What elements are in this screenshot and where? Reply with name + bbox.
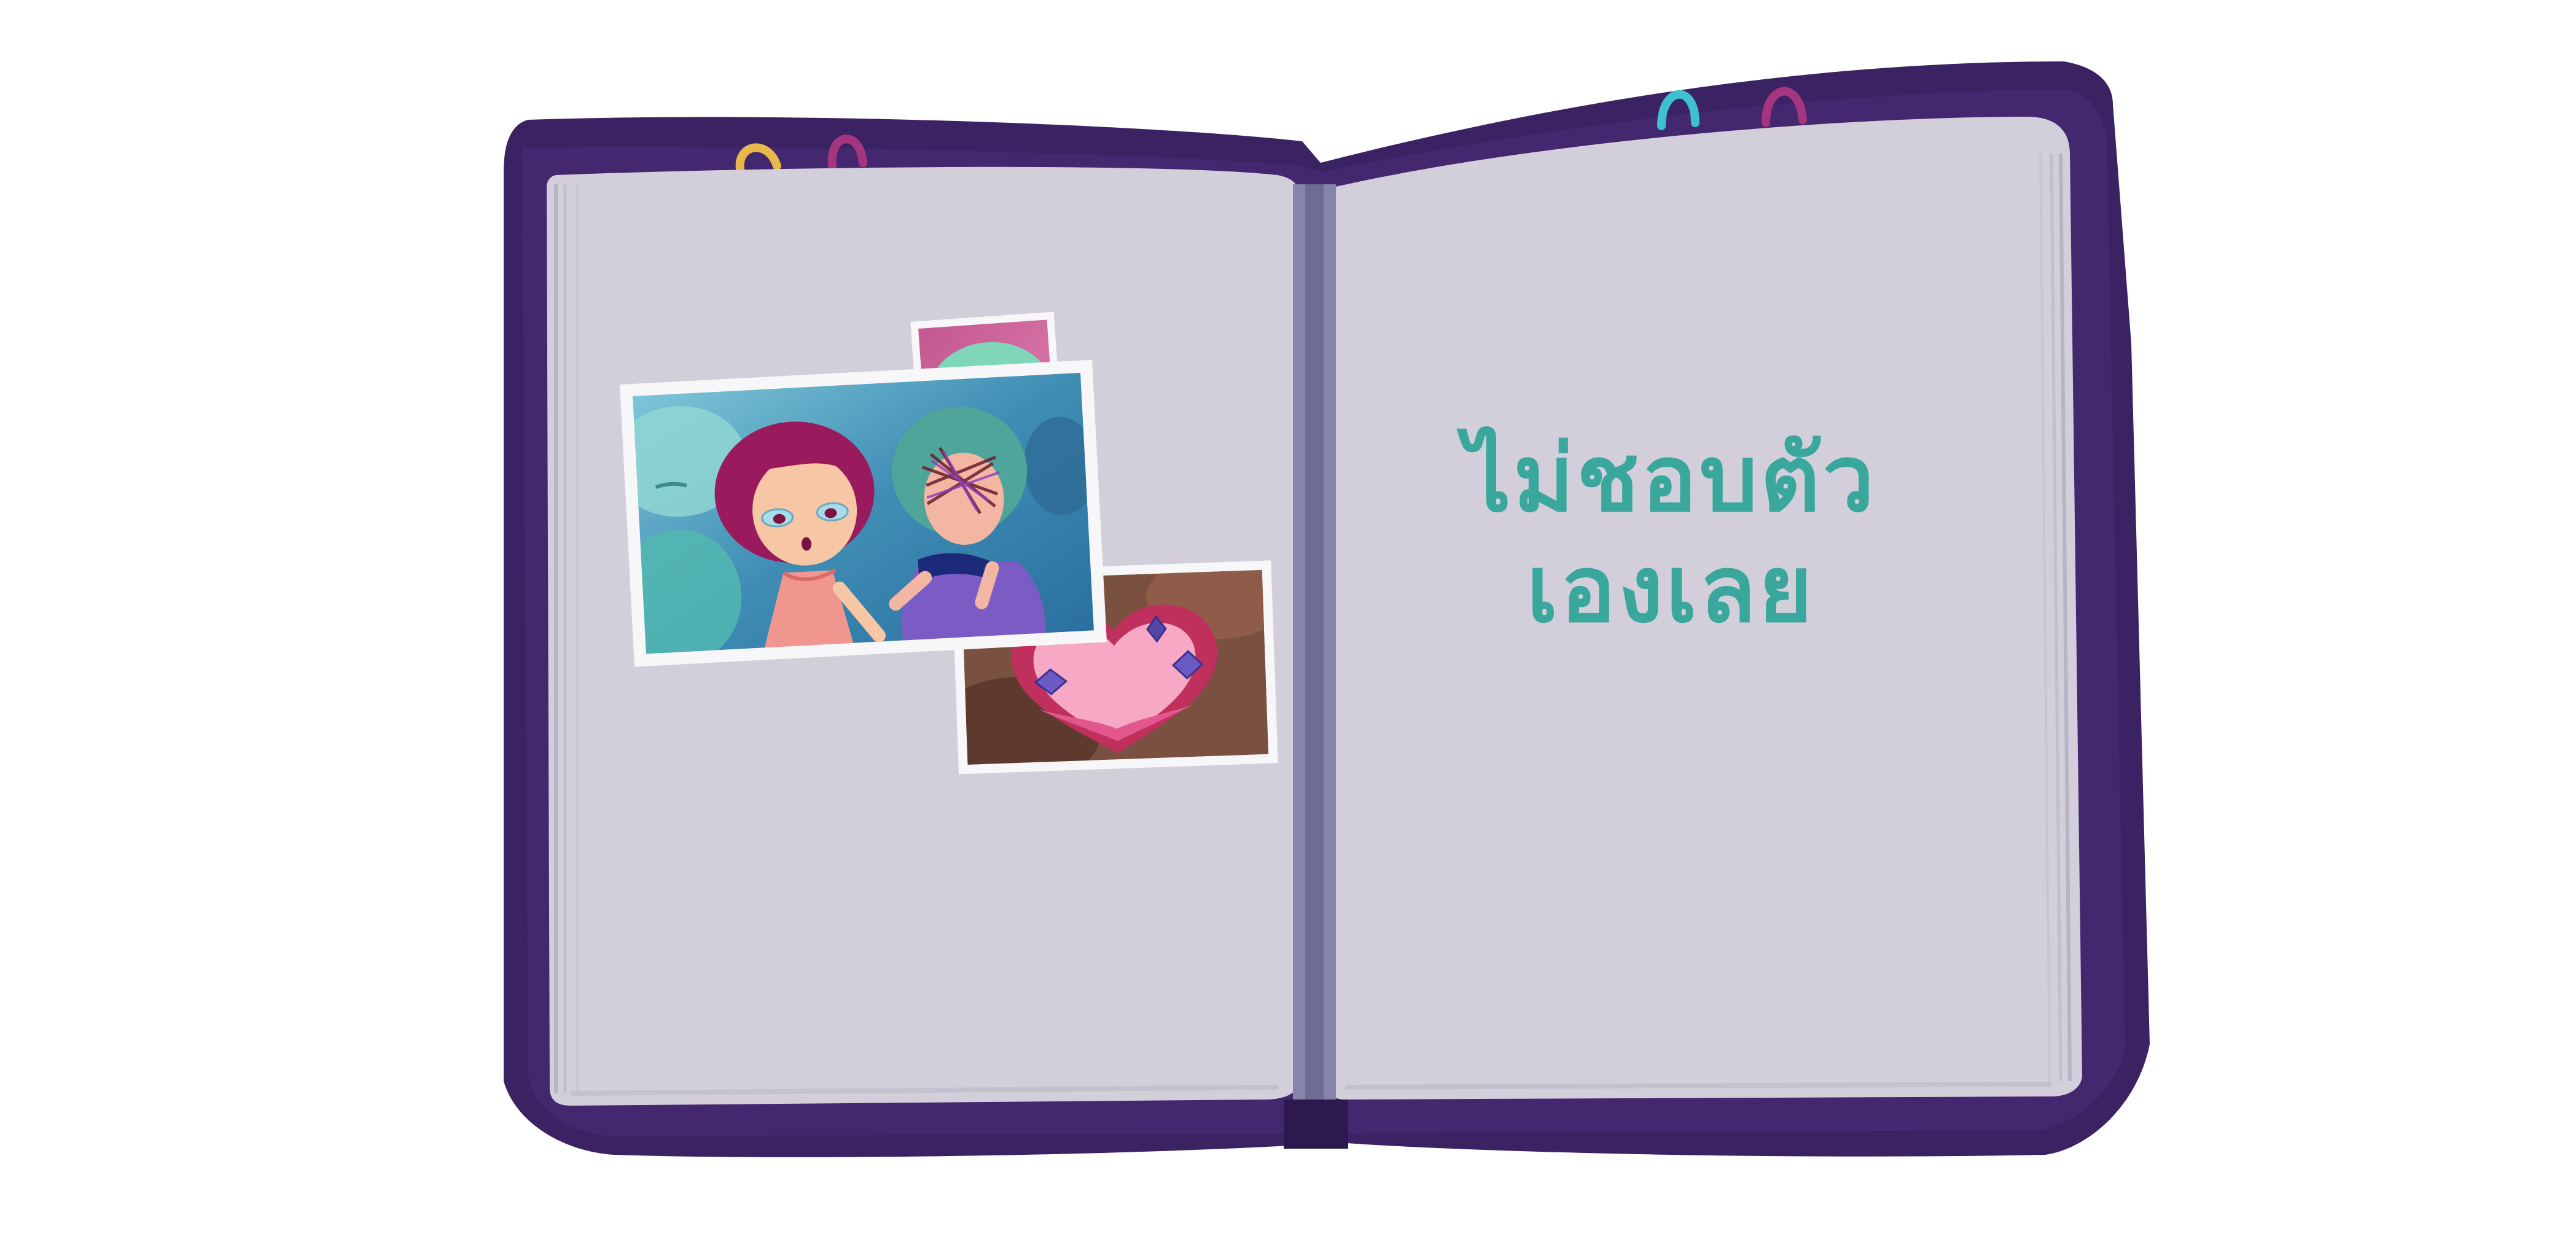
scrapbook-scene: ไม่ชอบตัว เองเลย xyxy=(0,0,2576,1258)
photo-two-characters xyxy=(619,359,1107,667)
diary-text-line-1: ไม่ชอบตัว xyxy=(1464,426,1877,533)
diary-text: ไม่ชอบตัว เองเลย xyxy=(1413,424,1929,645)
diary-text-line-2: เองเลย xyxy=(1526,536,1815,643)
scrapbook-illustration xyxy=(504,61,2150,1157)
